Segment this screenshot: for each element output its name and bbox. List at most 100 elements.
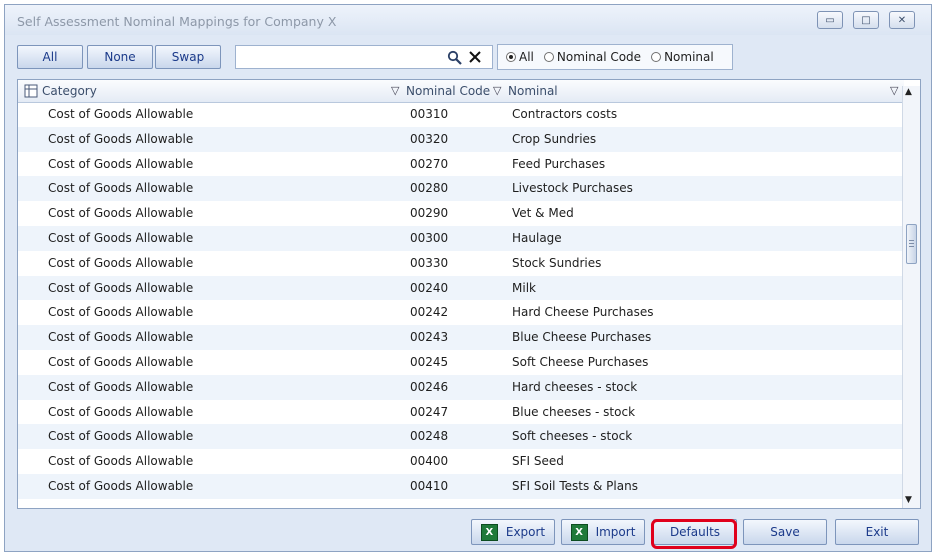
cell-category: Cost of Goods Allowable [48, 379, 194, 394]
cell-nominal: Milk [512, 280, 536, 295]
radio-nominal-code[interactable]: Nominal Code [543, 50, 642, 64]
scroll-thumb[interactable] [906, 224, 917, 264]
cell-nominal: Blue cheeses - stock [512, 404, 636, 419]
cell-nominal-code: 00310 [410, 107, 449, 121]
cell-category: Cost of Goods Allowable [48, 280, 194, 295]
radio-nominal-indicator[interactable] [651, 52, 662, 62]
cell-category: Cost of Goods Allowable [48, 330, 194, 345]
table-row[interactable]: Cost of Goods Allowable 00247 Blue cheeses… [18, 400, 904, 425]
cell-nominal-code: 00240 [410, 280, 449, 295]
cell-nominal-code: 00270 [410, 156, 449, 171]
cell-category: Cost of Goods Allowable [48, 107, 194, 121]
cell-nominal: Soft cheeses - stock [512, 429, 633, 444]
import-label: Import [595, 525, 636, 539]
save-button[interactable]: Save [743, 519, 827, 545]
clear-search-icon[interactable] [468, 50, 482, 64]
cell-nominal-code: 00242 [410, 305, 449, 320]
column-header-nominal[interactable]: Nominal [508, 80, 888, 102]
scroll-up-icon[interactable]: ▲ [905, 87, 912, 97]
table-row[interactable]: Cost of Goods Allowable 00246 Hard cheeses… [18, 374, 904, 400]
title-bar: Self Assessment Nominal Mappings for Com… [5, 5, 931, 35]
close-window-button[interactable]: ✕ [889, 11, 915, 29]
radio-nominal[interactable]: Nominal [651, 50, 714, 64]
cell-nominal-code: 00300 [410, 230, 449, 245]
radio-nominal-code-indicator[interactable] [543, 52, 554, 62]
nominal-filter-icon[interactable]: ▽ [890, 84, 898, 97]
table-row[interactable]: Cost of Goods Allowable 00410 SFI Soil Tes… [18, 473, 904, 499]
search-input[interactable] [238, 48, 442, 68]
cell-nominal-code: 00330 [410, 255, 449, 270]
search-scope-group: All Nominal Code Nominal [497, 44, 733, 70]
column-header-nominal-code[interactable]: Nominal Code [406, 80, 506, 102]
cell-category: Cost of Goods Allowable [48, 206, 194, 221]
cell-nominal-code: 00320 [410, 131, 449, 146]
cell-category: Cost of Goods Allowable [48, 354, 194, 369]
select-all-button[interactable]: All [17, 45, 83, 69]
export-label: Export [505, 525, 546, 539]
search-field[interactable] [235, 45, 493, 69]
table-row[interactable]: Cost of Goods Allowable 00242 Hard Cheese … [18, 300, 904, 325]
column-chooser-icon[interactable] [24, 84, 38, 98]
cell-nominal: Haulage [512, 230, 562, 245]
cell-nominal: Hard cheeses - stock [512, 379, 638, 394]
maximize-button[interactable]: □ [853, 11, 879, 29]
column-header-category[interactable]: Category [42, 80, 402, 102]
select-none-button[interactable]: None [87, 45, 153, 69]
cell-nominal: Blue Cheese Purchases [512, 330, 652, 345]
cell-nominal-code: 00246 [410, 379, 449, 394]
nominal-code-filter-icon[interactable]: ▽ [493, 84, 501, 97]
cell-nominal-code: 00245 [410, 354, 449, 369]
table-row[interactable]: Cost of Goods Allowable 00280 Livestock Pu… [18, 176, 904, 202]
minimize-button[interactable]: ▭ [817, 11, 843, 29]
table-row[interactable]: Cost of Goods Allowable 00270 Feed Purchas… [18, 152, 904, 177]
radio-nominal-code-label: Nominal Code [556, 50, 642, 64]
search-icon[interactable] [447, 50, 463, 66]
import-button[interactable]: X Import [561, 519, 645, 545]
table-row[interactable]: Cost of Goods Allowable 00243 Blue Cheese … [18, 325, 904, 350]
cell-category: Cost of Goods Allowable [48, 478, 194, 493]
cell-nominal: Hard Cheese Purchases [512, 305, 654, 320]
cell-nominal-code: 00248 [410, 429, 449, 444]
cell-category: Cost of Goods Allowable [48, 454, 194, 469]
table-row[interactable]: Cost of Goods Allowable 00310 Contractors … [18, 102, 904, 127]
vertical-scrollbar[interactable]: ▲ ▼ [902, 86, 920, 508]
export-button[interactable]: X Export [471, 519, 555, 545]
footer-bar: X Export X Import Defaults Save Exit [5, 513, 931, 549]
cell-nominal: Stock Sundries [512, 255, 602, 270]
cell-category: Cost of Goods Allowable [48, 429, 194, 444]
table-row[interactable]: Cost of Goods Allowable 00248 Soft cheeses… [18, 424, 904, 450]
category-filter-icon[interactable]: ▽ [391, 84, 399, 97]
table-row[interactable]: Cost of Goods Allowable 00245 Soft Cheese … [18, 350, 904, 375]
cell-nominal-code: 00290 [410, 206, 449, 221]
cell-category: Cost of Goods Allowable [48, 156, 194, 171]
table-row[interactable]: Cost of Goods Allowable 00240 Milk [18, 275, 904, 301]
table-row[interactable]: Cost of Goods Allowable 00320 Crop Sundrie… [18, 126, 904, 152]
cell-nominal-code: 00410 [410, 478, 449, 493]
toolbar: All None Swap All Nominal Code Nominal [5, 41, 931, 73]
cell-nominal: Livestock Purchases [512, 181, 633, 196]
cell-nominal-code: 00247 [410, 404, 449, 419]
table-row[interactable]: Cost of Goods Allowable 00330 Stock Sundri… [18, 251, 904, 276]
exit-button[interactable]: Exit [835, 519, 919, 545]
cell-nominal: Feed Purchases [512, 156, 606, 171]
excel-icon: X [570, 523, 588, 541]
scroll-down-icon[interactable]: ▼ [905, 495, 912, 505]
cell-category: Cost of Goods Allowable [48, 255, 194, 270]
cell-category: Cost of Goods Allowable [48, 131, 194, 146]
cell-nominal: SFI Seed [512, 454, 564, 469]
cell-nominal: Vet & Med [512, 206, 574, 221]
table-row[interactable]: Cost of Goods Allowable 00300 Haulage [18, 225, 904, 251]
grid-header: Category ▽ Nominal Code ▽ Nominal ▽ [18, 80, 904, 103]
radio-all-indicator[interactable] [506, 52, 516, 62]
table-row[interactable]: Cost of Goods Allowable 00290 Vet & Med [18, 201, 904, 226]
radio-all-label: All [519, 50, 534, 64]
cell-nominal: Crop Sundries [512, 131, 597, 146]
radio-all[interactable]: All [506, 50, 534, 64]
swap-button[interactable]: Swap [155, 45, 221, 69]
excel-icon: X [480, 523, 498, 541]
cell-category: Cost of Goods Allowable [48, 404, 194, 419]
table-row[interactable]: Cost of Goods Allowable 00400 SFI Seed [18, 449, 904, 474]
grid-body: Cost of Goods Allowable 00310 Contractors … [18, 102, 904, 499]
cell-nominal: SFI Soil Tests & Plans [512, 478, 638, 493]
cell-category: Cost of Goods Allowable [48, 181, 194, 196]
